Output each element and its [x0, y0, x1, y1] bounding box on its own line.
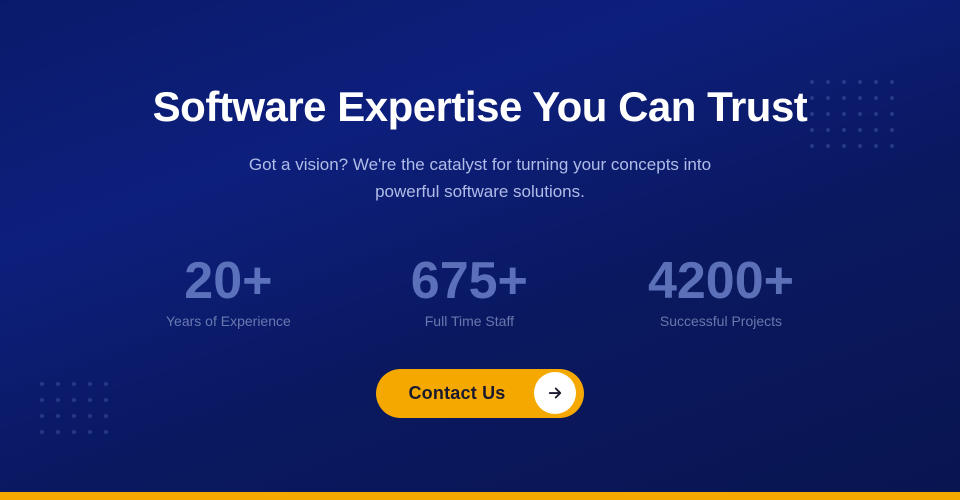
- stat-label-staff: Full Time Staff: [411, 313, 528, 329]
- cta-wrapper: Contact Us: [376, 369, 583, 418]
- gold-accent-bar: [0, 492, 960, 500]
- page-wrapper: Software Expertise You Can Trust Got a v…: [0, 0, 960, 500]
- stats-row: 20+ Years of Experience 675+ Full Time S…: [166, 255, 794, 329]
- stat-item-experience: 20+ Years of Experience: [166, 255, 291, 329]
- stat-item-staff: 675+ Full Time Staff: [411, 255, 528, 329]
- stat-item-projects: 4200+ Successful Projects: [648, 255, 794, 329]
- hero-content: Software Expertise You Can Trust Got a v…: [153, 82, 808, 255]
- stat-label-projects: Successful Projects: [648, 313, 794, 329]
- arrow-right-icon: [534, 372, 576, 414]
- decorative-dots-bottom-left: [40, 382, 114, 440]
- hero-subtitle: Got a vision? We're the catalyst for tur…: [220, 151, 740, 205]
- decorative-dots-top-right: [810, 80, 900, 154]
- stat-number-staff: 675+: [411, 255, 528, 307]
- contact-us-label: Contact Us: [376, 369, 533, 418]
- stat-number-experience: 20+: [166, 255, 291, 307]
- contact-us-button[interactable]: Contact Us: [376, 369, 583, 418]
- stat-label-experience: Years of Experience: [166, 313, 291, 329]
- hero-title: Software Expertise You Can Trust: [153, 82, 808, 132]
- arrow-svg: [546, 384, 564, 402]
- stat-number-projects: 4200+: [648, 255, 794, 307]
